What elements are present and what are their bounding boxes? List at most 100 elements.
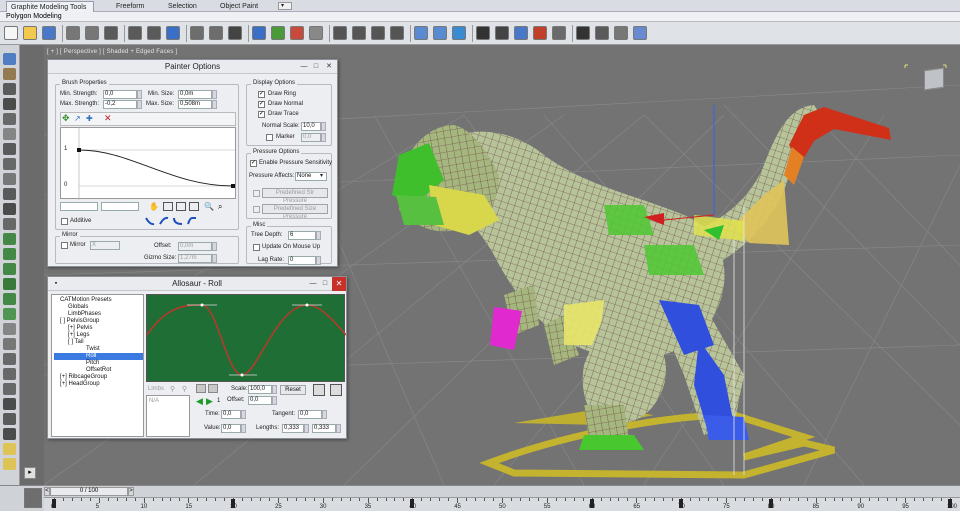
graphite-icon[interactable] — [476, 26, 490, 40]
minimize-button[interactable]: — — [299, 62, 309, 71]
mirror-checkbox[interactable] — [61, 242, 68, 249]
keyframe-marker[interactable] — [768, 499, 773, 508]
biped-icon[interactable] — [3, 428, 16, 440]
zoom-vertical-icon[interactable] — [189, 202, 199, 211]
space-warp-icon[interactable] — [3, 248, 16, 260]
tree-item[interactable]: [+] RibcageGroup — [60, 374, 107, 381]
keyframe-marker[interactable] — [679, 499, 684, 508]
render-setup-icon[interactable] — [552, 26, 566, 40]
hedge-icon[interactable] — [3, 293, 16, 305]
save-icon[interactable] — [42, 26, 56, 40]
track-bar[interactable]: 0510152025303540455055606570758085909510… — [44, 497, 960, 511]
arc-icon[interactable] — [3, 368, 16, 380]
tree-depth-spinner[interactable] — [316, 231, 321, 240]
bind-icon[interactable] — [147, 26, 161, 40]
gizmo-size-spinner[interactable] — [212, 254, 217, 263]
arrow-left-icon[interactable]: ◀ — [196, 397, 206, 406]
link-icon[interactable] — [104, 26, 118, 40]
max-strength-field[interactable]: -0,2 — [103, 100, 137, 109]
tube-icon[interactable] — [3, 158, 16, 170]
copy-icon[interactable] — [196, 384, 206, 393]
region-select-icon[interactable] — [209, 26, 223, 40]
update-on-mouse-up-checkbox[interactable] — [253, 244, 260, 251]
gizmo-size-field[interactable]: 1,27m — [178, 254, 212, 263]
render-icon[interactable] — [576, 26, 590, 40]
catmotion-tree[interactable]: CATMotion Presets Globals LimbPhases [ ]… — [51, 294, 144, 437]
draw-ring-checkbox[interactable]: ✓ — [258, 91, 265, 98]
window-crossing-icon[interactable] — [228, 26, 242, 40]
graph-icon[interactable] — [313, 384, 325, 396]
tangent-field[interactable]: 0,0 — [298, 410, 322, 419]
tab-object-paint[interactable]: Object Paint — [216, 1, 262, 12]
paste-icon[interactable] — [208, 384, 218, 393]
close-button[interactable]: ✕ — [324, 62, 334, 71]
min-strength-field[interactable]: 0,0 — [103, 90, 137, 99]
select-name-icon[interactable] — [190, 26, 204, 40]
insert-point-icon[interactable]: ✚ — [86, 114, 96, 123]
snap-icon[interactable] — [352, 26, 366, 40]
predef-str-button[interactable]: Predefined Str Pressure — [262, 188, 328, 204]
length-1-field[interactable]: 0,333 — [282, 424, 304, 433]
cone-icon[interactable] — [3, 113, 16, 125]
tab-graphite-modeling-tools[interactable]: Graphite Modeling Tools — [6, 1, 94, 12]
sun-icon[interactable] — [3, 458, 16, 470]
tree-item[interactable]: Globals — [68, 304, 88, 311]
delete-point-icon[interactable]: ✕ — [104, 114, 114, 123]
mirror-axis-select[interactable]: X — [90, 241, 120, 250]
marker-field[interactable]: 0,0 — [301, 133, 321, 142]
scale-spinner[interactable] — [272, 385, 277, 394]
curve-editor-icon[interactable] — [495, 26, 509, 40]
material-editor-icon[interactable] — [533, 26, 547, 40]
viewcube-icon[interactable] — [924, 67, 944, 91]
predef-str-checkbox[interactable] — [253, 190, 260, 197]
time-field[interactable]: 0,0 — [221, 410, 241, 419]
maximize-button[interactable]: □ — [311, 62, 321, 71]
align-icon[interactable] — [433, 26, 447, 40]
schematic-icon[interactable] — [514, 26, 528, 40]
curve-presets-icon[interactable] — [144, 215, 204, 227]
arrow-right-icon[interactable]: ▶ — [206, 397, 216, 406]
catmotion-close-button[interactable]: ✕ — [332, 277, 346, 291]
percent-snap-icon[interactable] — [390, 26, 404, 40]
marker-spinner[interactable] — [321, 133, 326, 142]
tree-item[interactable]: [+] Pelvis — [68, 325, 93, 332]
offset-field[interactable]: 0,0m — [178, 242, 212, 251]
time-slider[interactable]: 0 / 100 — [50, 487, 128, 496]
scale-icon[interactable] — [290, 26, 304, 40]
foliage-icon[interactable] — [3, 308, 16, 320]
viewport-label[interactable]: [ + ] [ Perspective ] [ Shaded + Edged F… — [47, 49, 177, 55]
scale-field[interactable]: 100,0 — [248, 385, 272, 394]
scale-point-icon[interactable]: ↗ — [74, 114, 84, 123]
length-1-spinner[interactable] — [304, 424, 309, 433]
systems-icon[interactable] — [3, 263, 16, 275]
text-icon[interactable] — [3, 398, 16, 410]
move-icon[interactable] — [252, 26, 266, 40]
additive-checkbox[interactable] — [61, 218, 68, 225]
torus-icon[interactable] — [3, 143, 16, 155]
keyframe-marker[interactable] — [589, 499, 594, 508]
pivot-icon[interactable] — [333, 26, 347, 40]
tangent-spinner[interactable] — [322, 410, 327, 419]
length-2-field[interactable]: 0,333 — [312, 424, 336, 433]
time-slider-right-arrow[interactable]: > — [128, 487, 134, 496]
rotate-icon[interactable] — [271, 26, 285, 40]
predef-size-checkbox[interactable] — [253, 206, 260, 213]
tab-freeform[interactable]: Freeform — [112, 1, 148, 12]
geosphere-icon[interactable] — [3, 173, 16, 185]
tree-item[interactable]: Pitch — [86, 360, 99, 367]
tab-selection[interactable]: Selection — [164, 1, 201, 12]
lag-rate-spinner[interactable] — [316, 256, 321, 265]
tree-item[interactable]: [ ] Tail — [68, 339, 84, 346]
mirror-icon[interactable] — [414, 26, 428, 40]
predef-size-button[interactable]: Predefined Size Pressure — [262, 204, 328, 220]
min-size-field[interactable]: 0,0m — [178, 90, 212, 99]
tree-item[interactable]: OffsetRot — [86, 367, 111, 374]
keyframe-marker[interactable] — [52, 499, 56, 508]
roll-curve-graph[interactable] — [146, 294, 346, 382]
tree-item[interactable]: [+] HeadGroup — [60, 381, 100, 388]
lag-rate-field[interactable]: 0 — [288, 256, 316, 265]
marker-checkbox[interactable] — [266, 134, 273, 141]
offset-field[interactable]: 0,0 — [248, 396, 272, 405]
limb-icon-2[interactable]: ⚲ — [182, 385, 192, 394]
shape-icon[interactable] — [3, 338, 16, 350]
